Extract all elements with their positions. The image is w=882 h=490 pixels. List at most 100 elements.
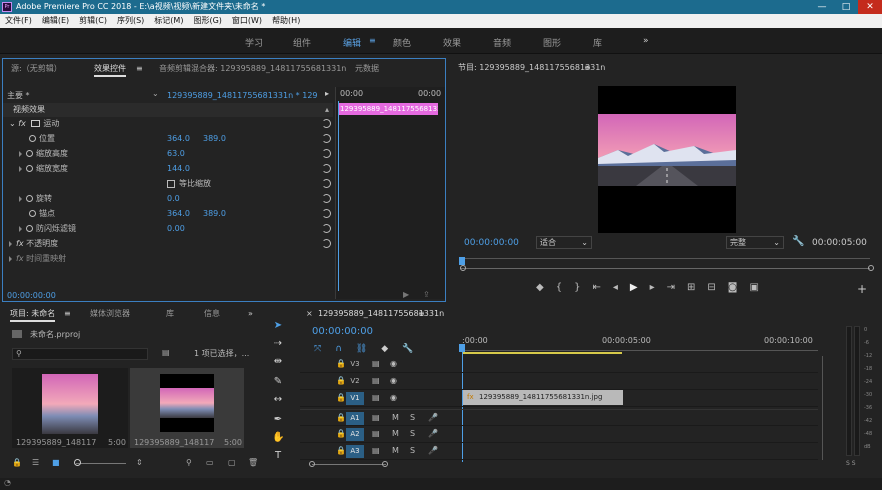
zoom-handle-right[interactable] [868,265,874,271]
collapse-icon[interactable]: ▴ [325,105,329,114]
project-menu-icon[interactable]: ≡ [64,306,71,322]
close-button[interactable]: ✕ [858,0,882,14]
sequence-clip-label[interactable]: 129395889_14811755681331n * 129395889_..… [167,89,317,102]
tab-info[interactable]: 信息 [204,306,220,322]
filter-icon[interactable]: ▶ [403,290,409,299]
timeline-clip[interactable]: fx 129395889_14811755681331n.jpg [463,390,623,405]
lock-icon[interactable]: 🔒 [336,393,346,402]
tab-effect-controls[interactable]: 效果控件 [94,61,126,77]
icon-view-icon[interactable]: ■ [52,458,60,467]
timeline-menu-icon[interactable]: ≡ [418,306,425,322]
marker-icon[interactable]: ◆ [536,282,556,293]
lock-icon[interactable]: 🔒 [336,446,346,455]
tab-metadata[interactable]: 元数据 [355,61,379,77]
tab-libraries[interactable]: 库 [166,306,174,322]
selection-tool-icon[interactable]: ➤ [272,320,284,332]
menu-help[interactable]: 帮助(H) [267,14,305,28]
stopwatch-icon[interactable] [26,195,33,202]
workspace-assembly[interactable]: 组件 [293,36,311,49]
scale-height-value[interactable]: 63.0 [167,147,185,161]
fit-dropdown[interactable]: 适合 ⌄ [536,236,592,249]
menu-clip[interactable]: 剪辑(C) [74,14,112,28]
rotation-value[interactable]: 0.0 [167,192,180,206]
workspace-color[interactable]: 颜色 [393,36,411,49]
program-menu-icon[interactable]: ≡ [584,60,591,76]
mute-icon[interactable]: M [392,429,399,438]
add-marker-icon[interactable]: ◆ [381,344,402,354]
tab-audio-mixer[interactable]: 音频剪辑混合器: 129395889_14811755681331n [159,61,346,77]
stopwatch-icon[interactable] [29,135,36,142]
reset-flicker-icon[interactable] [322,224,331,233]
new-item-icon[interactable]: ▢ [228,458,236,467]
workspace-menu-icon[interactable]: ≡ [369,36,376,45]
sync-icon[interactable]: ▤ [372,446,380,455]
lock-icon[interactable]: 🔒 [336,376,346,385]
wrench-icon[interactable]: 🔧 [792,236,804,247]
uniform-scale-checkbox[interactable] [167,179,175,188]
tab-media-browser[interactable]: 媒体浏览器 [90,306,130,322]
lock-icon[interactable]: 🔒 [336,429,346,438]
reset-scale-height-icon[interactable] [322,149,331,158]
workspace-learn[interactable]: 学习 [245,36,263,49]
track-label-a3[interactable]: A3 [346,445,364,458]
timeline-tab[interactable]: 129395889_14811755681331n [318,306,444,322]
reset-opacity-icon[interactable] [322,239,331,248]
program-playhead[interactable] [459,257,465,265]
workspace-audio[interactable]: 音频 [493,36,511,49]
eye-icon[interactable]: ◉ [390,376,397,385]
sort-icon[interactable]: ⇕ [136,458,143,467]
go-to-in-icon[interactable]: ⇤ [592,282,612,293]
zoom-slider[interactable] [76,463,126,464]
find-icon[interactable]: ⚲ [186,458,192,467]
workspace-editing[interactable]: 编辑 [343,36,361,49]
mic-icon[interactable]: 🎤 [428,446,438,455]
reset-anchor-icon[interactable] [322,209,331,218]
maximize-button[interactable]: □ [834,0,858,14]
type-tool-icon[interactable]: T [272,450,284,462]
list-view-icon[interactable]: ☰ [32,458,39,467]
reset-scale-width-icon[interactable] [322,164,331,173]
track-label-v2[interactable]: V2 [346,375,364,388]
hand-tool-icon[interactable]: ✋ [272,432,284,444]
eye-icon[interactable]: ◉ [390,359,397,368]
snap-icon[interactable]: ∩ [335,344,356,354]
timeline-zoom-scrollbar[interactable] [312,464,386,465]
play-only-icon[interactable]: ▸ [325,89,329,98]
solo-icon[interactable]: S [410,429,415,438]
transform-box-icon[interactable] [31,120,41,127]
motion-row[interactable]: ⌄ fx 运动 [9,117,333,131]
effect-playhead[interactable] [338,101,339,291]
project-search-input[interactable]: ⚲ [12,348,148,360]
ripple-edit-tool-icon[interactable]: ⇹ [272,356,284,368]
menu-edit[interactable]: 编辑(E) [37,14,74,28]
stopwatch-icon[interactable] [26,150,33,157]
reset-position-icon[interactable] [322,134,331,143]
effect-timecode[interactable]: 00:00:00:00 [7,291,56,300]
anchor-y-value[interactable]: 389.0 [203,207,226,221]
minimize-button[interactable]: — [810,0,834,14]
more-workspaces-icon[interactable]: » [643,36,649,46]
project-item-2[interactable]: 129395889_148117556... 5:00 [130,368,244,448]
compare-icon[interactable]: ▣ [749,282,770,293]
camera-icon[interactable]: ◙ [728,282,750,293]
sync-icon[interactable]: ▤ [372,393,380,402]
trash-icon[interactable]: 🗑 [248,458,258,467]
mute-icon[interactable]: M [392,446,399,455]
scale-width-value[interactable]: 144.0 [167,162,190,176]
step-back-icon[interactable]: ◂ [613,282,630,293]
timeline-zoom-left[interactable] [309,461,315,467]
stopwatch-icon[interactable] [26,165,33,172]
slip-tool-icon[interactable]: ↔ [272,394,284,406]
quality-dropdown[interactable]: 完整 ⌄ [726,236,784,249]
lock-icon[interactable]: 🔒 [336,413,346,422]
mute-icon[interactable]: M [392,413,399,422]
timeline-vertical-scrollbar[interactable] [822,356,823,460]
overwrite-icon[interactable]: ⊟ [707,282,727,293]
time-remap-row[interactable]: fx 时间重映射 [9,252,333,266]
more-panels-icon[interactable]: » [248,306,253,322]
workspace-graphics[interactable]: 图形 [543,36,561,49]
flicker-value[interactable]: 0.00 [167,222,185,236]
workspace-libraries[interactable]: 库 [593,36,602,49]
program-timecode[interactable]: 00:00:00:00 [464,238,519,248]
mic-icon[interactable]: 🎤 [428,413,438,422]
